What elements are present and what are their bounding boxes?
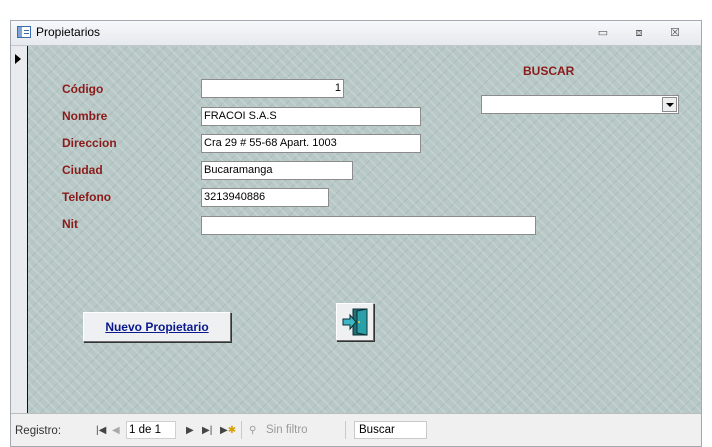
- record-selector[interactable]: [11, 46, 28, 413]
- minimize-button[interactable]: ▭: [589, 23, 617, 43]
- ciudad-field[interactable]: Bucaramanga: [201, 161, 353, 180]
- previous-record-icon[interactable]: ◀: [112, 425, 120, 436]
- current-record-arrow-icon: [15, 54, 21, 64]
- codigo-field[interactable]: 1: [201, 79, 344, 98]
- direccion-label: Direccion: [62, 136, 117, 150]
- nuevo-propietario-button[interactable]: Nuevo Propietario: [83, 312, 231, 342]
- exit-door-icon: [342, 308, 368, 336]
- direccion-field[interactable]: Cra 29 # 55-68 Apart. 1003: [201, 134, 421, 153]
- telefono-field[interactable]: 3213940886: [201, 188, 329, 207]
- registro-label: Registro:: [15, 425, 62, 437]
- record-navigation-bar: Registro: |◀ ◀ 1 de 1 ▶ ▶| ▶✱ ⚲ Sin filt…: [11, 413, 701, 446]
- dropdown-arrow-icon[interactable]: [662, 97, 677, 112]
- form-body: Código 1 Nombre FRACOI S.A.S Direccion C…: [28, 46, 701, 413]
- ciudad-label: Ciudad: [62, 163, 103, 177]
- first-record-icon[interactable]: |◀: [96, 425, 106, 436]
- nombre-label: Nombre: [62, 109, 108, 123]
- close-button[interactable]: ☒: [661, 23, 689, 43]
- maximize-button[interactable]: ⧈: [625, 23, 653, 43]
- telefono-label: Telefono: [62, 190, 112, 204]
- nombre-field[interactable]: FRACOI S.A.S: [201, 107, 421, 126]
- nit-label: Nit: [62, 217, 78, 231]
- nit-field[interactable]: [201, 216, 536, 235]
- last-record-icon[interactable]: ▶|: [202, 425, 212, 436]
- propietarios-window: Propietarios ▭ ⧈ ☒ Código 1 Nombre FRACO…: [10, 20, 702, 447]
- window-title: Propietarios: [36, 25, 101, 39]
- new-record-icon[interactable]: ▶✱: [220, 425, 236, 436]
- filter-icon: ⚲: [249, 425, 257, 436]
- title-bar[interactable]: Propietarios ▭ ⧈ ☒: [11, 21, 701, 46]
- codigo-label: Código: [62, 82, 104, 96]
- exit-button[interactable]: [336, 303, 374, 341]
- form-icon: [17, 26, 31, 38]
- search-input[interactable]: Buscar: [354, 421, 427, 439]
- record-number-field[interactable]: 1 de 1: [126, 421, 176, 439]
- nav-separator: [241, 421, 242, 439]
- nav-separator: [345, 421, 346, 439]
- next-record-icon[interactable]: ▶: [186, 425, 194, 436]
- buscar-combo[interactable]: [481, 95, 679, 114]
- filter-status[interactable]: Sin filtro: [266, 424, 308, 436]
- buscar-label: BUSCAR: [523, 64, 575, 78]
